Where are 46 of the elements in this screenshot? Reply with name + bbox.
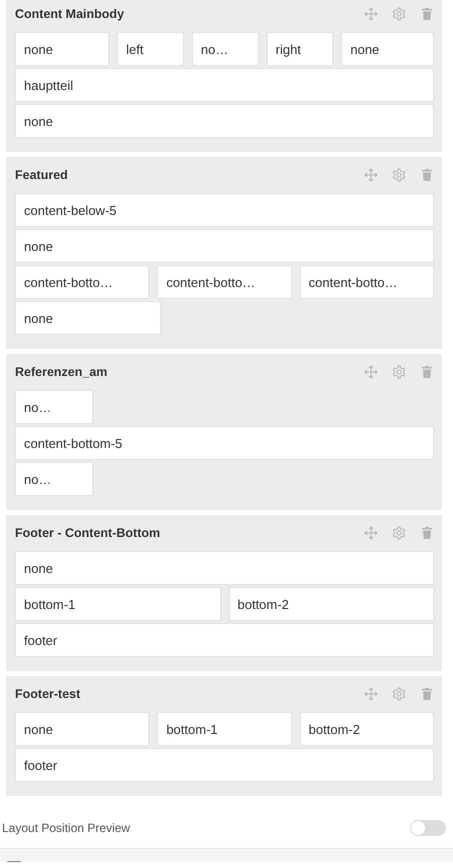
position-cell[interactable]: no…	[15, 390, 94, 424]
position-cell[interactable]: footer	[15, 623, 434, 657]
move-icon[interactable]	[364, 526, 378, 540]
position-cell[interactable]: none	[15, 104, 434, 138]
position-cell[interactable]: none	[15, 551, 434, 585]
section-title: Referenzen_am	[15, 365, 108, 379]
move-icon[interactable]	[364, 7, 378, 21]
settings-icon[interactable]	[392, 168, 406, 182]
position-cell[interactable]: content-bottom-5	[15, 426, 434, 460]
move-icon[interactable]	[364, 687, 378, 701]
settings-icon[interactable]	[392, 526, 406, 540]
position-cell[interactable]: content-botto…	[157, 265, 292, 299]
position-cell[interactable]: bottom-2	[228, 587, 434, 621]
settings-icon[interactable]	[392, 365, 406, 379]
preview-label: Layout Position Preview	[2, 821, 130, 835]
position-cell[interactable]: left	[117, 32, 184, 66]
position-cell[interactable]: none	[15, 32, 110, 66]
position-cell[interactable]: bottom-2	[300, 712, 434, 746]
position-cell[interactable]: none	[341, 32, 434, 66]
delete-icon[interactable]	[420, 365, 434, 379]
section-title: Content Mainbody	[15, 7, 126, 21]
section-title: Footer-test	[15, 687, 82, 701]
delete-icon[interactable]	[420, 168, 434, 182]
position-cell[interactable]: content-botto…	[15, 265, 150, 299]
settings-icon[interactable]	[392, 687, 406, 701]
position-cell[interactable]: right	[266, 32, 334, 66]
position-cell[interactable]: none	[15, 229, 434, 263]
position-cell[interactable]: no…	[192, 32, 259, 66]
section-title: Footer - Content-Bottom	[15, 526, 162, 540]
position-cell[interactable]: bottom-1	[15, 587, 220, 621]
position-cell[interactable]: none	[15, 301, 162, 335]
position-cell[interactable]: footer	[15, 748, 434, 782]
settings-icon[interactable]	[392, 7, 406, 21]
position-cell[interactable]: bottom-1	[157, 712, 292, 746]
position-cell[interactable]: none	[15, 712, 150, 746]
delete-icon[interactable]	[420, 526, 434, 540]
position-cell[interactable]: content-botto…	[300, 265, 434, 299]
delete-icon[interactable]	[420, 7, 434, 21]
section-title: Featured	[15, 168, 69, 182]
position-cell[interactable]: no…	[15, 462, 94, 496]
move-icon[interactable]	[364, 168, 378, 182]
position-cell[interactable]: hauptteil	[15, 68, 434, 102]
position-cell[interactable]: content-below-5	[15, 193, 434, 227]
preview-toggle[interactable]	[410, 820, 446, 836]
move-icon[interactable]	[364, 365, 378, 379]
delete-icon[interactable]	[420, 687, 434, 701]
